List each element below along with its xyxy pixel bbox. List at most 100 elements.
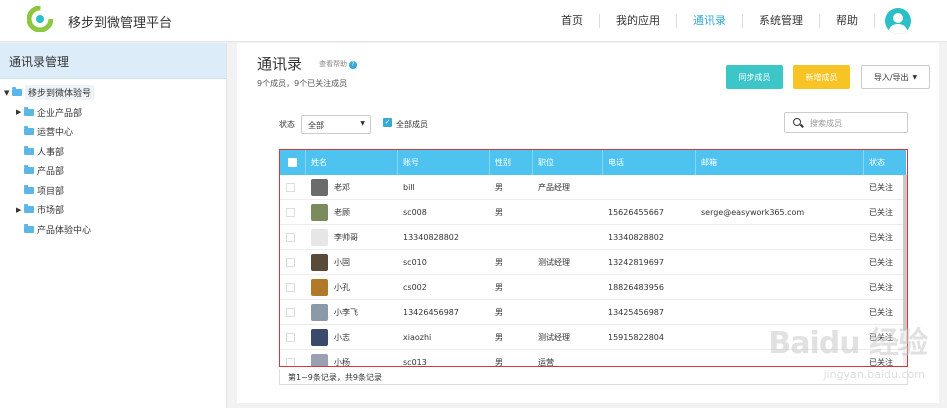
row-select-cell[interactable] [280,332,306,342]
col-phone[interactable]: 电话 [603,150,696,175]
cell-phone: 18826483956 [608,282,664,292]
help-link-label: 查看帮助 [319,60,347,68]
table-row[interactable]: 小孔 cs002 男 18826483956 已关注 [280,275,906,300]
row-checkbox[interactable] [286,257,295,267]
cell-name[interactable]: 小固 [306,253,398,271]
col-gender[interactable]: 性别 [490,150,533,175]
cell-status: 已关注 [869,257,893,267]
tree-node-project[interactable]: 项目部 [0,181,226,201]
row-checkbox[interactable] [286,232,295,242]
all-members-checkbox[interactable]: ✓ [383,118,392,127]
row-select-cell[interactable] [280,282,306,292]
cell-gender: 男 [495,307,503,317]
row-select-cell[interactable] [280,182,306,192]
row-checkbox[interactable] [286,307,295,317]
member-name: 老顾 [334,207,350,217]
row-select-cell[interactable] [280,232,306,242]
member-avatar [311,328,328,346]
cell-email: serge@easywork365.com [701,207,805,217]
user-avatar[interactable] [885,8,911,34]
folder-icon [12,87,22,97]
add-member-button[interactable]: 新增成员 [793,65,850,89]
help-link[interactable]: 查看帮助? [319,59,357,69]
row-checkbox[interactable] [286,282,295,292]
row-checkbox[interactable] [286,182,295,192]
question-icon: ? [349,61,357,69]
table-row[interactable]: 老邓 bill 男 产品经理 已关注 [280,175,906,200]
cell-name[interactable]: 小杨 [306,353,398,366]
cell-account: bill [403,182,415,192]
cell-name[interactable]: 小志 [306,328,398,346]
cell-name[interactable]: 小孔 [306,278,398,296]
cell-account: 13426456987 [403,307,459,317]
caret-down-icon[interactable]: ▼ [4,89,12,97]
tree-node-label: 企业产品部 [37,108,83,119]
cell-account: xiaozhi [403,332,432,342]
row-select-cell[interactable] [280,207,306,217]
department-tree: ▼ 移步到微体验号 ▶ 企业产品部 运营中心 人事部 产品部 项目部 ▶ 市场部… [0,79,226,239]
folder-icon [24,106,34,116]
cell-status: 已关注 [869,282,893,292]
tree-node-hr[interactable]: 人事部 [0,142,226,162]
member-avatar [311,303,328,321]
row-checkbox[interactable] [286,207,295,217]
tree-node-market[interactable]: ▶ 市场部 [0,200,226,220]
cell-gender: 男 [495,207,503,217]
import-export-label: 导入/导出 [873,72,909,82]
sync-members-button[interactable]: 同步成员 [726,65,783,89]
scroll-thumb[interactable] [903,175,907,330]
cell-position: 运营 [538,357,554,367]
cell-name[interactable]: 老邓 [306,178,398,196]
row-select-cell[interactable] [280,357,306,366]
folder-icon [24,204,34,214]
member-avatar [311,353,328,366]
app-logo-icon[interactable] [27,6,53,32]
tree-node-label: 人事部 [37,147,65,158]
watermark-logo: Baidu 经验 [768,326,928,361]
caret-right-icon[interactable]: ▶ [16,108,24,116]
tree-node-root[interactable]: ▼ 移步到微体验号 [0,83,226,103]
row-select-cell[interactable] [280,257,306,267]
import-export-button[interactable]: 导入/导出 ▼ [861,65,930,89]
row-checkbox[interactable] [286,332,295,342]
member-avatar [311,228,328,246]
row-select-cell[interactable] [280,307,306,317]
search-input[interactable]: 搜索成员 [784,112,908,133]
tree-node-product[interactable]: 产品部 [0,161,226,181]
col-email[interactable]: 邮箱 [696,150,864,175]
col-status[interactable]: 状态 [864,150,906,175]
sidebar: 通讯录管理 ▼ 移步到微体验号 ▶ 企业产品部 运营中心 人事部 产品部 项目部 [0,43,227,408]
row-checkbox[interactable] [286,357,295,366]
caret-right-icon[interactable]: ▶ [16,206,24,214]
status-select[interactable]: 全部 ▼ [301,115,371,134]
nav-home[interactable]: 首页 [545,14,600,28]
table-row[interactable]: 小固 sc010 男 测试经理 13242819697 已关注 [280,250,906,275]
top-bar: 移步到微管理平台 首页 我的应用 通讯录 系统管理 帮助 [0,0,947,42]
table-row[interactable]: 老顾 sc008 男 15626455667 serge@easywork365.com… [280,200,906,225]
member-name: 小固 [334,257,350,267]
table-row[interactable]: 李帅哥 13340828802 13340828802 已关注 [280,225,906,250]
sidebar-title: 通讯录管理 [0,43,226,79]
cell-name[interactable]: 老顾 [306,203,398,221]
nav-system[interactable]: 系统管理 [743,14,820,28]
nav-help[interactable]: 帮助 [820,14,875,28]
cell-name[interactable]: 李帅哥 [306,228,398,246]
tree-node-product-dept[interactable]: ▶ 企业产品部 [0,103,226,123]
col-position[interactable]: 职位 [533,150,603,175]
col-account[interactable]: 账号 [398,150,490,175]
cell-gender: 男 [495,182,503,192]
tree-node-experience[interactable]: 产品体验中心 [0,220,226,240]
tree-node-ops[interactable]: 运营中心 [0,122,226,142]
nav-contacts[interactable]: 通讯录 [677,14,743,28]
member-name: 老邓 [334,182,350,192]
header-select-all[interactable] [280,150,306,175]
app-title: 移步到微管理平台 [68,16,173,31]
cell-name[interactable]: 小李飞 [306,303,398,321]
caret-down-icon: ▼ [360,120,365,127]
select-all-checkbox[interactable] [288,158,297,167]
nav-my-apps[interactable]: 我的应用 [600,14,677,28]
status-select-value: 全部 [308,121,324,130]
tree-node-label: 移步到微体验号 [25,85,95,101]
col-name[interactable]: 姓名 [306,150,398,175]
cell-phone: 15915822804 [608,332,664,342]
